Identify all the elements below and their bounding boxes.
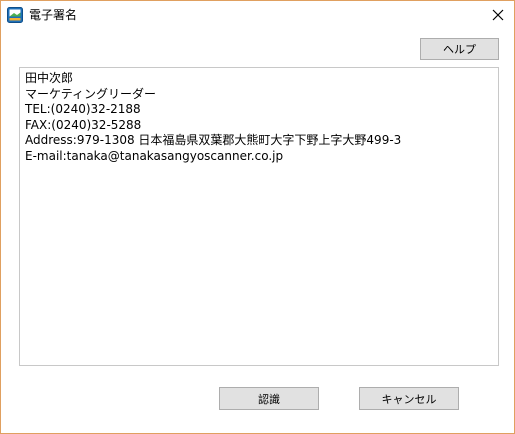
signature-address: Address:979-1308 日本福島県双葉郡大熊町大字下野上字大野499-… bbox=[25, 133, 402, 147]
signature-tel: TEL:(0240)32-2188 bbox=[25, 102, 141, 116]
signature-email: E-mail:tanaka@tanakasangyoscanner.co.jp bbox=[25, 148, 284, 163]
app-icon bbox=[7, 7, 23, 23]
signature-job-title: マーケティングリーダー bbox=[25, 86, 157, 101]
cancel-button[interactable]: キャンセル bbox=[359, 387, 459, 410]
close-button[interactable] bbox=[482, 1, 514, 29]
signature-fax: FAX:(0240)32-5288 bbox=[25, 117, 142, 132]
electronic-signature-dialog: 電子署名 ヘルプ 田中次郎 マーケティングリーダー TEL:(0240)32-2… bbox=[0, 0, 515, 434]
signature-name: 田中次郎 bbox=[25, 71, 74, 85]
recognize-button[interactable]: 認識 bbox=[219, 387, 319, 410]
close-icon bbox=[492, 6, 504, 25]
window-title: 電子署名 bbox=[29, 8, 78, 22]
help-button[interactable]: ヘルプ bbox=[420, 38, 499, 60]
title-bar: 電子署名 bbox=[1, 1, 514, 31]
signature-text-area[interactable]: 田中次郎 マーケティングリーダー TEL:(0240)32-2188 FAX:(… bbox=[19, 67, 499, 366]
